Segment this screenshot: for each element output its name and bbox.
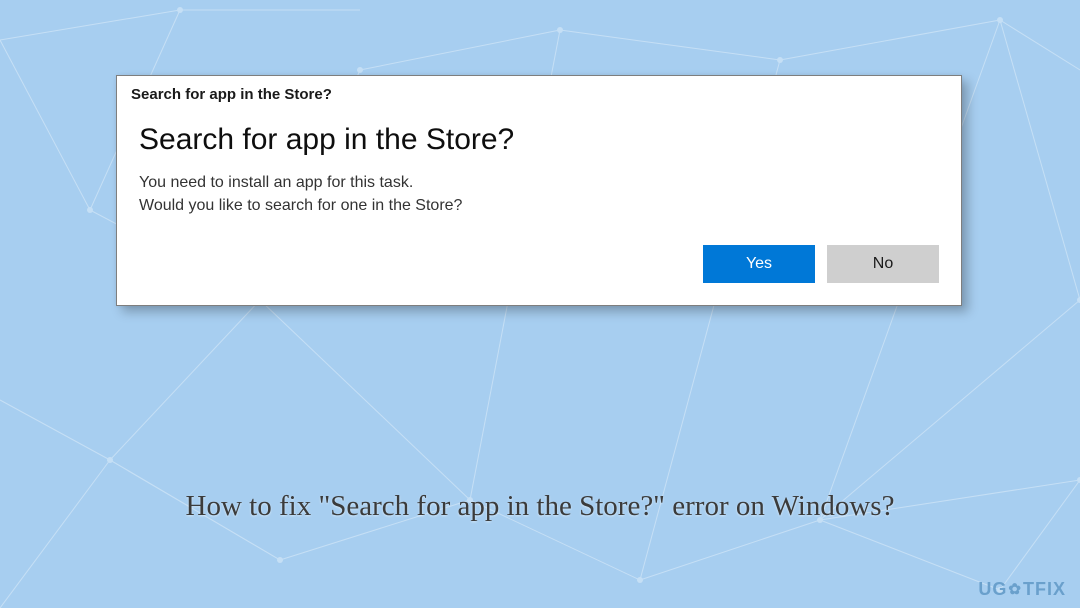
yes-button[interactable]: Yes	[703, 245, 815, 283]
gear-icon: ✿	[1008, 580, 1022, 598]
watermark-logo: UG ✿ TFIX	[978, 579, 1066, 600]
dialog-body-line1: You need to install an app for this task…	[139, 171, 939, 194]
dialog-body-line2: Would you like to search for one in the …	[139, 194, 939, 217]
no-button[interactable]: No	[827, 245, 939, 283]
dialog-titlebar: Search for app in the Store?	[117, 76, 961, 109]
store-search-dialog: Search for app in the Store? Search for …	[116, 75, 962, 306]
dialog-heading: Search for app in the Store?	[117, 109, 961, 161]
watermark-part2: TFIX	[1023, 579, 1066, 600]
dialog-actions: Yes No	[117, 239, 961, 305]
dialog-body: You need to install an app for this task…	[117, 161, 961, 239]
article-caption: How to fix "Search for app in the Store?…	[0, 490, 1080, 523]
watermark-part1: UG	[978, 579, 1007, 600]
